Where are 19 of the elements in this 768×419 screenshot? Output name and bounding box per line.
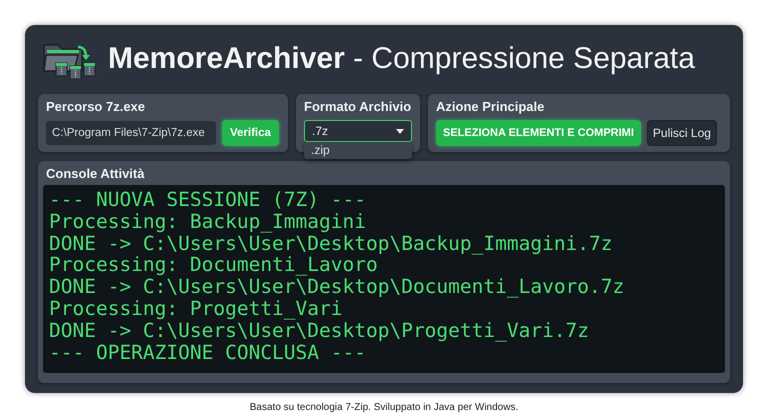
log-line: Processing: Documenti_Lavoro [49,254,378,276]
clear-log-button[interactable]: Pulisci Log [646,120,717,146]
log-line: DONE -> C:\Users\User\Desktop\Progetti_Vari.7z [49,320,590,342]
app-title: MemoreArchiver - Compressione Separata [108,42,695,76]
panel-label: Formato Archivio [304,99,412,114]
log-line: --- OPERAZIONE CONCLUSA --- [49,342,366,364]
panel-label: Console Attività [46,166,146,181]
log-line: Processing: Progetti_Vari [49,298,342,320]
path-field[interactable]: C:\Program Files\7-Zip\7z.exe [46,121,216,145]
log-line: Processing: Backup_Immagini [49,210,367,233]
log-line: DONE -> C:\Users\User\Desktop\Documenti_Lavoro.7z [49,276,626,298]
panel-label: Percorso 7z.exe [46,99,146,114]
caret-icon [396,128,404,134]
footer-text: Basato su tecnologia 7-Zip. Sviluppato in Java per Windows. [248,402,520,413]
panel-label: Azione Principale [436,99,546,114]
dropdown-option[interactable]: .zip [304,142,412,159]
log-line: DONE -> C:\Users\User\Desktop\Backup_Immagini.7z [49,232,614,254]
log-line: --- NUOVA SESSIONE (7Z) --- [49,189,367,211]
format-dropdown[interactable]: .7z [304,120,412,142]
